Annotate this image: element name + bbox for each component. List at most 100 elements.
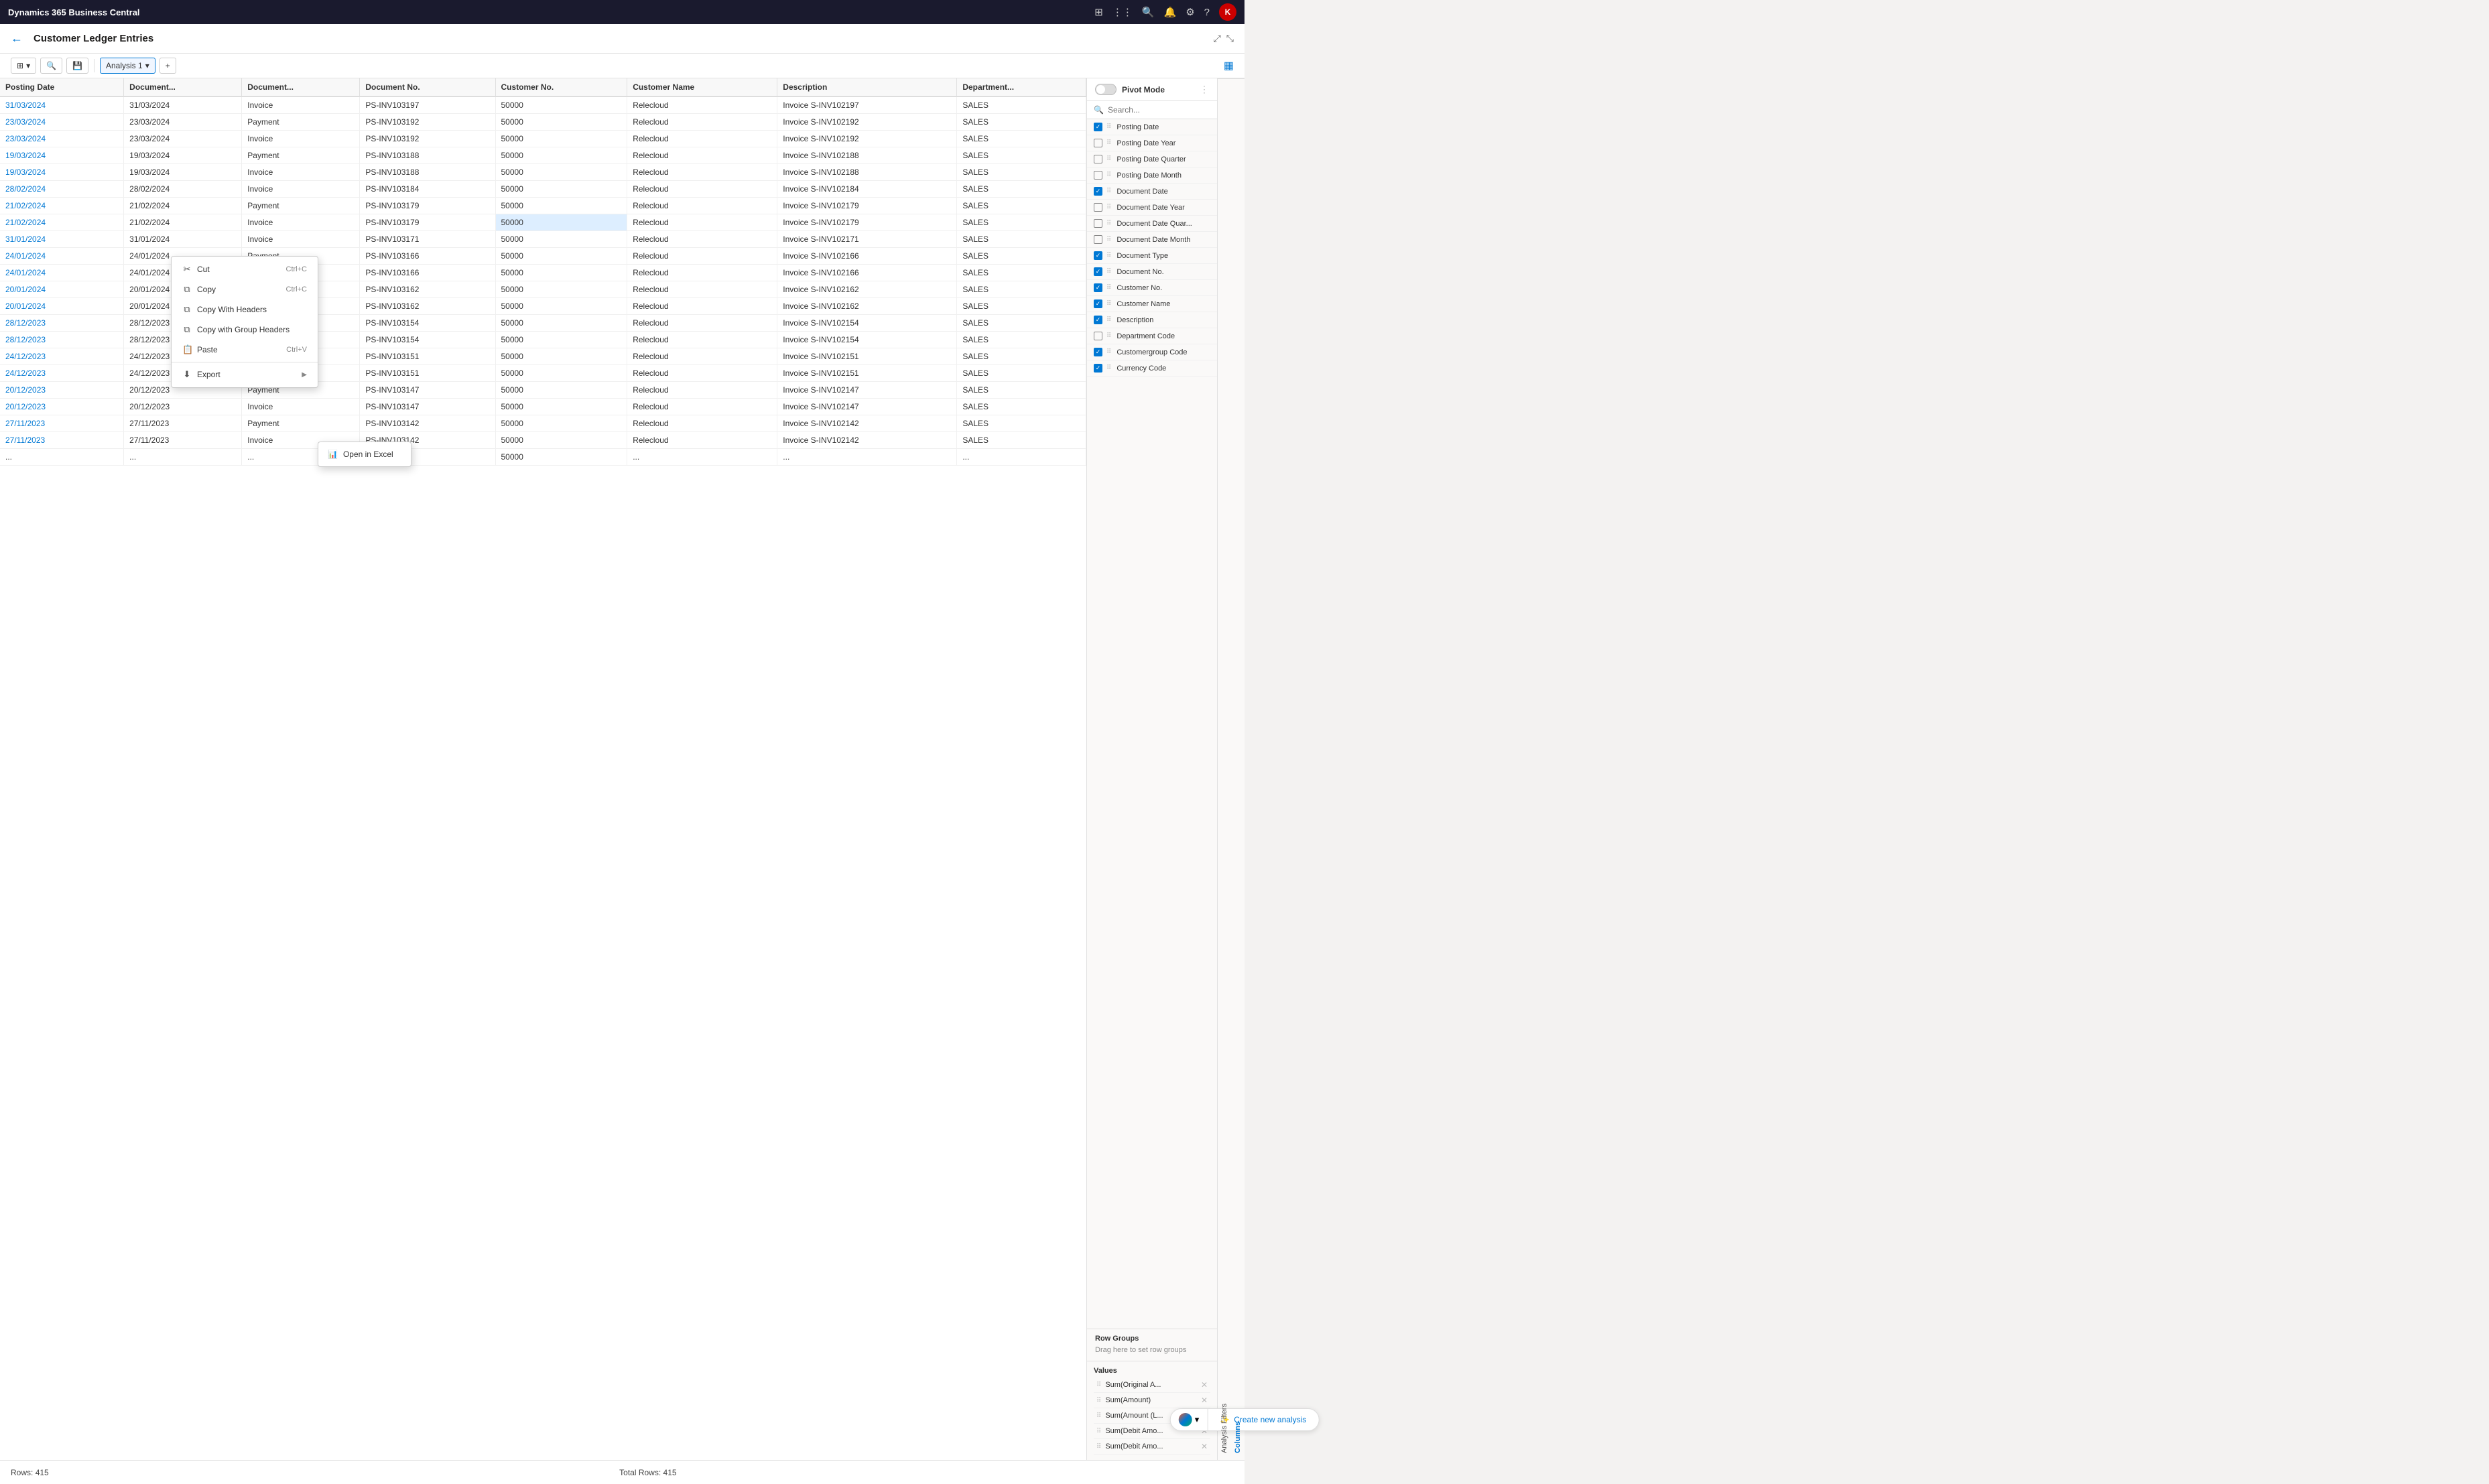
table-cell[interactable]: Relecloud	[627, 248, 777, 265]
table-cell[interactable]: Invoice S-INV102179	[777, 214, 957, 231]
column-checkbox[interactable]	[1094, 155, 1102, 163]
date-link[interactable]: 23/03/2024	[5, 117, 46, 127]
col-document2[interactable]: Document...	[242, 78, 360, 96]
table-cell[interactable]: Invoice S-INV102171	[777, 231, 957, 248]
table-row[interactable]: ............50000.........	[0, 449, 1086, 466]
table-cell[interactable]: 21/02/2024	[0, 198, 124, 214]
table-row[interactable]: 31/03/202431/03/2024InvoicePS-INV1031975…	[0, 96, 1086, 114]
table-cell[interactable]: 50000	[495, 348, 627, 365]
table-cell[interactable]: 19/03/2024	[124, 147, 242, 164]
column-item[interactable]: ✓⠿Currency Code	[1087, 360, 1217, 377]
column-search-input[interactable]	[1108, 105, 1212, 115]
value-remove-button[interactable]: ✕	[1201, 1380, 1208, 1390]
date-link[interactable]: 21/02/2024	[5, 218, 46, 227]
date-link[interactable]: 31/03/2024	[5, 100, 46, 110]
table-cell[interactable]: 50000	[495, 214, 627, 231]
column-item[interactable]: ✓⠿Document No.	[1087, 264, 1217, 280]
col-customer-no[interactable]: Customer No.	[495, 78, 627, 96]
table-row[interactable]: 19/03/202419/03/2024PaymentPS-INV1031885…	[0, 147, 1086, 164]
grid-icon[interactable]: ⊞	[1094, 6, 1103, 18]
table-cell[interactable]: 19/03/2024	[0, 164, 124, 181]
table-row[interactable]: 21/02/202421/02/2024InvoicePS-INV1031795…	[0, 214, 1086, 231]
table-cell[interactable]: SALES	[957, 399, 1086, 415]
table-cell[interactable]: Relecloud	[627, 114, 777, 131]
date-link[interactable]: 28/02/2024	[5, 184, 46, 194]
table-cell[interactable]: SALES	[957, 231, 1086, 248]
table-cell[interactable]: 50000	[495, 248, 627, 265]
table-cell[interactable]: 28/02/2024	[124, 181, 242, 198]
table-cell[interactable]: 50000	[495, 231, 627, 248]
table-cell[interactable]: SALES	[957, 114, 1086, 131]
date-link[interactable]: 19/03/2024	[5, 151, 46, 160]
table-cell[interactable]: Relecloud	[627, 214, 777, 231]
table-cell[interactable]: Relecloud	[627, 231, 777, 248]
table-cell[interactable]: Relecloud	[627, 315, 777, 332]
date-link[interactable]: 24/01/2024	[5, 251, 46, 261]
table-cell[interactable]: Invoice S-INV102142	[777, 415, 957, 432]
table-row[interactable]: 20/12/202320/12/2023PaymentPS-INV1031475…	[0, 382, 1086, 399]
table-cell[interactable]: SALES	[957, 382, 1086, 399]
value-remove-button[interactable]: ✕	[1201, 1442, 1208, 1451]
table-cell[interactable]: Relecloud	[627, 382, 777, 399]
table-cell[interactable]: 50000	[495, 198, 627, 214]
table-cell[interactable]: SALES	[957, 315, 1086, 332]
table-cell[interactable]: Invoice S-INV102154	[777, 332, 957, 348]
table-cell[interactable]: SALES	[957, 348, 1086, 365]
table-cell[interactable]: Relecloud	[627, 332, 777, 348]
table-cell[interactable]: 50000	[495, 147, 627, 164]
date-link[interactable]: 20/12/2023	[5, 402, 46, 411]
table-cell[interactable]: SALES	[957, 147, 1086, 164]
table-row[interactable]: 28/12/202328/12/2023InvoicePS-INV1031545…	[0, 332, 1086, 348]
table-row[interactable]: 21/02/202421/02/2024PaymentPS-INV1031795…	[0, 198, 1086, 214]
table-cell[interactable]: ...	[777, 449, 957, 466]
table-cell[interactable]: 28/12/2023	[0, 315, 124, 332]
column-checkbox[interactable]: ✓	[1094, 348, 1102, 356]
table-cell[interactable]: PS-INV103142	[360, 415, 495, 432]
table-cell[interactable]: Relecloud	[627, 265, 777, 281]
table-cell[interactable]: 20/01/2024	[0, 298, 124, 315]
table-cell[interactable]: 31/03/2024	[124, 96, 242, 114]
table-cell[interactable]: 28/12/2023	[0, 332, 124, 348]
ctx-open-excel[interactable]: 📊 Open in Excel	[318, 445, 411, 464]
table-cell[interactable]: Invoice	[242, 131, 360, 147]
table-cell[interactable]: PS-INV103171	[360, 231, 495, 248]
table-cell[interactable]: PS-INV103154	[360, 315, 495, 332]
table-cell[interactable]: 20/12/2023	[0, 399, 124, 415]
column-item[interactable]: ✓⠿Document Date	[1087, 184, 1217, 200]
table-row[interactable]: 27/11/202327/11/2023InvoicePS-INV1031425…	[0, 432, 1086, 449]
table-cell[interactable]: 23/03/2024	[124, 114, 242, 131]
table-cell[interactable]: PS-INV103151	[360, 348, 495, 365]
table-cell[interactable]: PS-INV103179	[360, 198, 495, 214]
table-cell[interactable]: SALES	[957, 131, 1086, 147]
table-cell[interactable]: 50000	[495, 96, 627, 114]
ctx-copy-headers[interactable]: ⧉ Copy With Headers	[172, 299, 318, 320]
table-cell[interactable]: PS-INV103147	[360, 399, 495, 415]
table-cell[interactable]: Relecloud	[627, 415, 777, 432]
table-cell[interactable]: Invoice S-INV102162	[777, 281, 957, 298]
column-checkbox[interactable]	[1094, 219, 1102, 228]
table-cell[interactable]: 19/03/2024	[124, 164, 242, 181]
table-cell[interactable]: PS-INV103179	[360, 214, 495, 231]
table-cell[interactable]: 50000	[495, 315, 627, 332]
table-row[interactable]: 19/03/202419/03/2024InvoicePS-INV1031885…	[0, 164, 1086, 181]
column-item[interactable]: ✓⠿Document Type	[1087, 248, 1217, 264]
table-cell[interactable]: Invoice S-INV102197	[777, 96, 957, 114]
table-cell[interactable]: Invoice S-INV102151	[777, 348, 957, 365]
table-row[interactable]: 24/12/202324/12/2023InvoicePS-INV1031515…	[0, 365, 1086, 382]
table-cell[interactable]: ...	[0, 449, 124, 466]
column-item[interactable]: ✓⠿Description	[1087, 312, 1217, 328]
column-item[interactable]: ⠿Department Code	[1087, 328, 1217, 344]
save-button[interactable]: 💾	[66, 58, 88, 74]
column-item[interactable]: ✓⠿Customergroup Code	[1087, 344, 1217, 360]
table-cell[interactable]: Relecloud	[627, 164, 777, 181]
table-cell[interactable]: 24/01/2024	[0, 248, 124, 265]
table-cell[interactable]: Relecloud	[627, 96, 777, 114]
table-cell[interactable]: Relecloud	[627, 147, 777, 164]
table-cell[interactable]: 20/01/2024	[0, 281, 124, 298]
table-cell[interactable]: PS-INV103184	[360, 181, 495, 198]
table-cell[interactable]: PS-INV103166	[360, 265, 495, 281]
table-cell[interactable]: 50000	[495, 399, 627, 415]
column-checkbox[interactable]: ✓	[1094, 187, 1102, 196]
table-cell[interactable]: 19/03/2024	[0, 147, 124, 164]
bell-icon[interactable]: 🔔	[1164, 6, 1177, 18]
